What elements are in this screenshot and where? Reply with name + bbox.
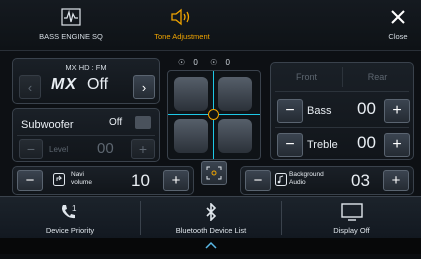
background-audio-plus-button[interactable]: + (383, 170, 409, 191)
tone-panel: Front Rear − Bass 00 + − Treble 00 + (270, 62, 414, 160)
waveform-icon (28, 6, 114, 28)
device-priority-button[interactable]: 1 Device Priority (0, 197, 140, 239)
center-balance-button[interactable] (201, 161, 227, 185)
level-label: Level (49, 145, 69, 154)
svg-text:1: 1 (72, 204, 77, 213)
bluetooth-device-list-label: Bluetooth Device List (175, 226, 247, 235)
bottom-bar: 1 Device Priority Bluetooth Device List (0, 196, 421, 239)
top-bar: BASS ENGINE SQ Tone Adjustment Close (0, 0, 421, 51)
navi-volume-label-line1: Navi (71, 171, 85, 178)
navi-volume-panel: − Navi volume 10 + (12, 166, 194, 195)
rear-target-icon: ☉ (210, 58, 218, 67)
subwoofer-toggle[interactable] (135, 116, 151, 129)
background-audio-icon (275, 173, 287, 186)
device-priority-label: Device Priority (45, 226, 95, 235)
bass-plus-button[interactable]: + (384, 99, 410, 123)
front-rear-indicator: ☉ 0 ☉ 0 (178, 58, 230, 67)
tone-adjustment-label: Tone Adjustment (154, 32, 210, 41)
chevron-right-icon: › (141, 79, 147, 95)
mx-panel: MX HD : FM ‹ MX Off › (12, 58, 160, 104)
level-value: 00 (97, 140, 114, 157)
navi-volume-plus-button[interactable]: + (163, 170, 189, 191)
chevron-up-icon (205, 241, 217, 249)
front-balance-value: 0 (193, 58, 198, 67)
mx-state[interactable]: Off (87, 76, 108, 94)
balance-point-marker[interactable] (208, 109, 219, 120)
drawer-handle[interactable] (0, 238, 421, 254)
subwoofer-label: Subwoofer (21, 119, 74, 131)
treble-plus-button[interactable]: + (384, 133, 410, 157)
close-button[interactable]: Close (383, 6, 413, 46)
background-audio-label-line1: Background (289, 171, 324, 178)
level-minus-button[interactable]: − (19, 139, 43, 159)
treble-label: Treble (307, 139, 338, 151)
mx-source-label: MX HD : FM (65, 63, 107, 72)
phone-priority-icon: 1 (0, 201, 140, 223)
bass-value: 00 (357, 99, 376, 118)
tone-adjustment-tab[interactable]: Tone Adjustment (142, 6, 222, 46)
display-off-button[interactable]: Display Off (282, 197, 421, 239)
monitor-icon (282, 201, 421, 223)
navi-volume-label: Navi volume (71, 171, 92, 187)
divider (275, 127, 409, 128)
rear-balance-value: 0 (225, 58, 230, 67)
mx-prev-button[interactable]: ‹ (19, 75, 41, 99)
divider (17, 135, 155, 136)
chevron-left-icon: ‹ (27, 79, 33, 95)
balance-fader-pad[interactable] (167, 70, 261, 160)
bass-minus-button[interactable]: − (277, 99, 303, 123)
display-off-label: Display Off (333, 226, 370, 235)
divider (342, 67, 343, 87)
center-target-icon (206, 166, 222, 180)
front-label[interactable]: Front (271, 72, 342, 82)
navi-volume-icon (53, 173, 65, 186)
mx-logo: MX (51, 76, 77, 93)
screen: BASS ENGINE SQ Tone Adjustment Close MX … (0, 0, 421, 254)
bass-label: Bass (307, 105, 332, 117)
navi-volume-label-line2: volume (71, 179, 92, 186)
subwoofer-state: Off (109, 117, 123, 128)
bass-engine-sq-label: BASS ENGINE SQ (39, 32, 103, 41)
close-label: Close (388, 32, 408, 41)
mx-next-button[interactable]: › (133, 75, 155, 99)
seat-rear-left (174, 119, 208, 153)
level-plus-button[interactable]: + (131, 139, 155, 159)
treble-value: 00 (357, 133, 376, 152)
speaker-icon (142, 6, 222, 28)
seat-front-left (174, 77, 208, 111)
close-icon (383, 6, 413, 28)
navi-volume-value: 10 (131, 171, 150, 190)
seat-front-right (218, 77, 252, 111)
background-audio-panel: − Background Audio 03 + (240, 166, 414, 195)
bluetooth-device-list-button[interactable]: Bluetooth Device List (141, 197, 281, 239)
background-audio-minus-button[interactable]: − (245, 170, 271, 191)
front-target-icon: ☉ (178, 58, 186, 67)
subwoofer-panel: Subwoofer Off − Level 00 + (12, 108, 160, 162)
background-audio-label: Background Audio (289, 171, 324, 187)
treble-minus-button[interactable]: − (277, 133, 303, 157)
bass-engine-sq-button[interactable]: BASS ENGINE SQ (28, 6, 114, 46)
rear-label[interactable]: Rear (342, 72, 413, 82)
divider (275, 91, 409, 92)
seat-rear-right (218, 119, 252, 153)
navi-volume-minus-button[interactable]: − (17, 170, 43, 191)
background-audio-value: 03 (351, 171, 370, 190)
background-audio-label-line2: Audio (289, 179, 306, 186)
bluetooth-icon (141, 201, 281, 223)
